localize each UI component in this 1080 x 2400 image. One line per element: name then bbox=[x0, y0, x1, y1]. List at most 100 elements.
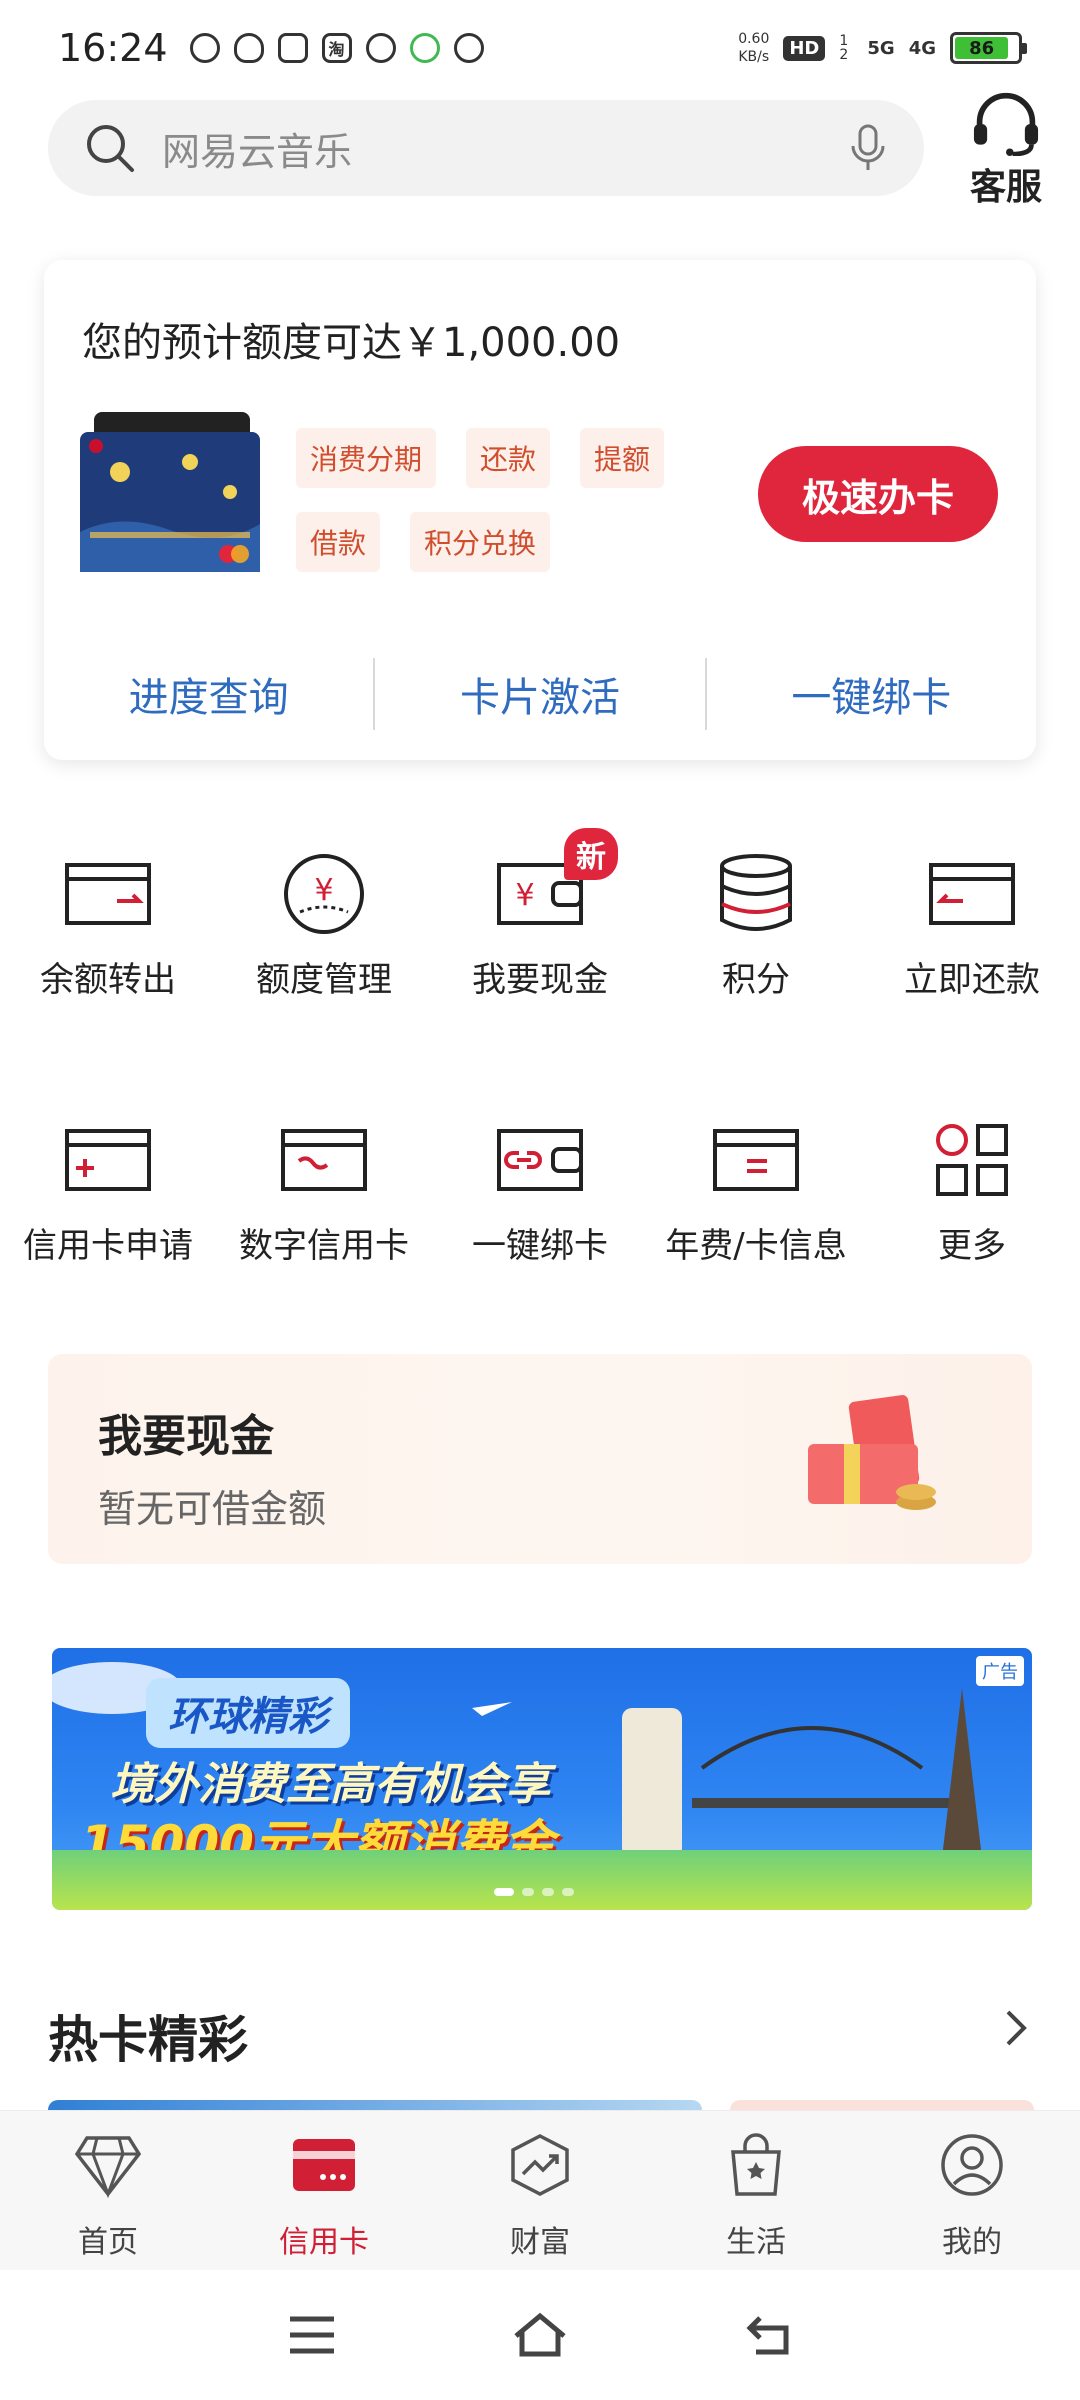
points-icon bbox=[720, 854, 792, 931]
tab-mine[interactable]: 我的 bbox=[864, 2111, 1080, 2270]
grid-label: 数字信用卡 bbox=[239, 1226, 409, 1266]
function-grid-row1: 余额转出 ¥ 额度管理 新 ¥ 我要现金 积分 立即还款 bbox=[0, 828, 1080, 1002]
estimated-limit-title: 您的预计额度可达￥1,000.00 bbox=[82, 320, 621, 366]
grid-label: 年费/卡信息 bbox=[665, 1226, 847, 1266]
life-bag-icon bbox=[731, 2133, 781, 2196]
headset-icon bbox=[973, 92, 1039, 156]
grid-label: 额度管理 bbox=[256, 960, 392, 1000]
sim-label: 1 2 bbox=[839, 33, 849, 63]
cash-title: 我要现金 bbox=[98, 1411, 274, 1462]
tab-home[interactable]: 首页 bbox=[0, 2111, 216, 2270]
grid-label: 积分 bbox=[722, 960, 790, 1000]
tag-points-redeem[interactable]: 积分兑换 bbox=[410, 512, 551, 572]
net-speed: 0.60 KB/s bbox=[738, 30, 769, 66]
banner-pagination bbox=[494, 1888, 574, 1896]
tag-repay[interactable]: 还款 bbox=[466, 428, 551, 488]
mask-icon bbox=[365, 33, 396, 63]
function-grid-row2: 信用卡申请 数字信用卡 一键绑卡 年费/卡信息 更多 bbox=[0, 1112, 1080, 1268]
status-right: 0.60 KB/s HD 1 2 5G 4G 86 bbox=[738, 30, 1027, 66]
net-speed-unit: KB/s bbox=[738, 49, 770, 65]
tab-label: 首页 bbox=[78, 2225, 138, 2260]
svg-text:¥: ¥ bbox=[515, 878, 534, 913]
svg-text:¥: ¥ bbox=[314, 873, 333, 908]
microphone-icon[interactable] bbox=[848, 122, 888, 174]
tag-raise-limit[interactable]: 提额 bbox=[580, 428, 665, 488]
repay-icon bbox=[929, 863, 1015, 925]
new-badge: 新 bbox=[564, 828, 618, 880]
quick-apply-button[interactable]: 极速办卡 bbox=[758, 446, 998, 542]
tag-installment[interactable]: 消费分期 bbox=[296, 428, 437, 488]
search-input[interactable]: 网易云音乐 bbox=[162, 121, 848, 176]
card-apply-icon bbox=[65, 1129, 151, 1191]
money-stack-icon bbox=[808, 1395, 936, 1510]
system-nav-bar bbox=[0, 2270, 1080, 2400]
grid-item-cash[interactable]: 新 ¥ 我要现金 bbox=[432, 828, 648, 1002]
status-app-icons: 淘 bbox=[189, 33, 484, 63]
back-icon[interactable] bbox=[742, 2312, 794, 2358]
hand-icon bbox=[277, 33, 308, 63]
grid-item-bind-card[interactable]: 一键绑卡 bbox=[432, 1112, 648, 1268]
panel-links: 进度查询 卡片激活 一键绑卡 bbox=[44, 658, 1036, 730]
cash-subtitle: 暂无可借金额 bbox=[98, 1487, 327, 1531]
bind-card-link[interactable]: 一键绑卡 bbox=[704, 658, 1036, 730]
tab-label: 财富 bbox=[510, 2225, 570, 2260]
more-grid-icon bbox=[936, 1124, 1008, 1196]
grid-item-digital-card[interactable]: 数字信用卡 bbox=[216, 1112, 432, 1268]
digital-card-icon bbox=[281, 1129, 367, 1191]
wechat-icon bbox=[189, 33, 220, 63]
grid-item-repay[interactable]: 立即还款 bbox=[864, 846, 1080, 1002]
battery-icon: 86 bbox=[950, 32, 1027, 64]
grid-item-card-apply[interactable]: 信用卡申请 bbox=[0, 1112, 216, 1268]
tab-label: 生活 bbox=[726, 2225, 786, 2260]
grid-label: 余额转出 bbox=[40, 960, 176, 1000]
banner-ground bbox=[52, 1850, 1032, 1910]
weibo-icon bbox=[453, 33, 484, 63]
tag-loan[interactable]: 借款 bbox=[296, 512, 381, 572]
tab-label: 我的 bbox=[942, 2225, 1002, 2260]
progress-query-link[interactable]: 进度查询 bbox=[44, 658, 373, 730]
signal-4g-icon: 4G bbox=[908, 37, 936, 59]
hot-cards-title: 热卡精彩 bbox=[48, 2011, 248, 2069]
tab-life[interactable]: 生活 bbox=[648, 2111, 864, 2270]
grid-label: 更多 bbox=[938, 1226, 1006, 1266]
home-icon[interactable] bbox=[510, 2310, 570, 2360]
credit-card-image bbox=[80, 412, 260, 572]
banner-headline-1: 境外消费至高有机会享 bbox=[110, 1759, 550, 1810]
search-icon bbox=[87, 125, 134, 172]
customer-service-button[interactable]: 客服 bbox=[956, 90, 1056, 210]
green-icon bbox=[409, 33, 440, 63]
grid-item-transfer-out[interactable]: 余额转出 bbox=[0, 846, 216, 1002]
bind-card-icon bbox=[497, 1129, 583, 1191]
card-activate-link[interactable]: 卡片激活 bbox=[373, 658, 704, 730]
grid-item-annual-fee[interactable]: 年费/卡信息 bbox=[648, 1112, 864, 1268]
signal-5g-icon: 5G bbox=[867, 37, 895, 59]
net-speed-value: 0.60 bbox=[738, 31, 770, 47]
cash-loan-card[interactable]: 我要现金 暂无可借金额 bbox=[48, 1354, 1032, 1564]
grid-item-limit-manage[interactable]: ¥ 额度管理 bbox=[216, 846, 432, 1002]
grid-label: 信用卡申请 bbox=[23, 1226, 193, 1266]
search-bar[interactable]: 网易云音乐 bbox=[48, 100, 924, 196]
tab-credit-card[interactable]: 信用卡 bbox=[216, 2111, 432, 2270]
ad-label: 广告 bbox=[976, 1656, 1024, 1686]
battery-level: 86 bbox=[955, 37, 1009, 59]
tab-label: 信用卡 bbox=[279, 2225, 369, 2260]
grid-item-more[interactable]: 更多 bbox=[864, 1112, 1080, 1268]
tab-wealth[interactable]: 财富 bbox=[432, 2111, 648, 2270]
grid-label: 立即还款 bbox=[904, 960, 1040, 1000]
grid-label: 一键绑卡 bbox=[472, 1226, 608, 1266]
diamond-icon bbox=[74, 2136, 142, 2198]
transfer-out-icon bbox=[65, 863, 151, 925]
wealth-icon bbox=[511, 2134, 569, 2196]
status-bar: 16:24 淘 0.60 KB/s HD 1 2 5G 4G 86 bbox=[0, 0, 1080, 96]
credit-card-panel: 您的预计额度可达￥1,000.00 消费分期 还款 提额 借款 积分兑换 极速办… bbox=[44, 260, 1036, 760]
menu-icon[interactable] bbox=[286, 2313, 338, 2357]
grid-item-points[interactable]: 积分 bbox=[648, 846, 864, 1002]
customer-service-label: 客服 bbox=[969, 167, 1042, 208]
bottom-tab-bar: 首页 信用卡 财富 生活 我的 bbox=[0, 2110, 1080, 2270]
promo-banner[interactable]: 广告 环球精彩 境外消费至高有机会享 15000元大额消费金 bbox=[52, 1648, 1032, 1910]
chevron-right-icon[interactable] bbox=[1000, 2004, 1032, 2052]
profile-icon bbox=[941, 2134, 1003, 2196]
limit-manage-icon: ¥ bbox=[284, 854, 364, 934]
credit-card-icon bbox=[293, 2139, 355, 2191]
taobao-icon: 淘 bbox=[321, 33, 352, 63]
